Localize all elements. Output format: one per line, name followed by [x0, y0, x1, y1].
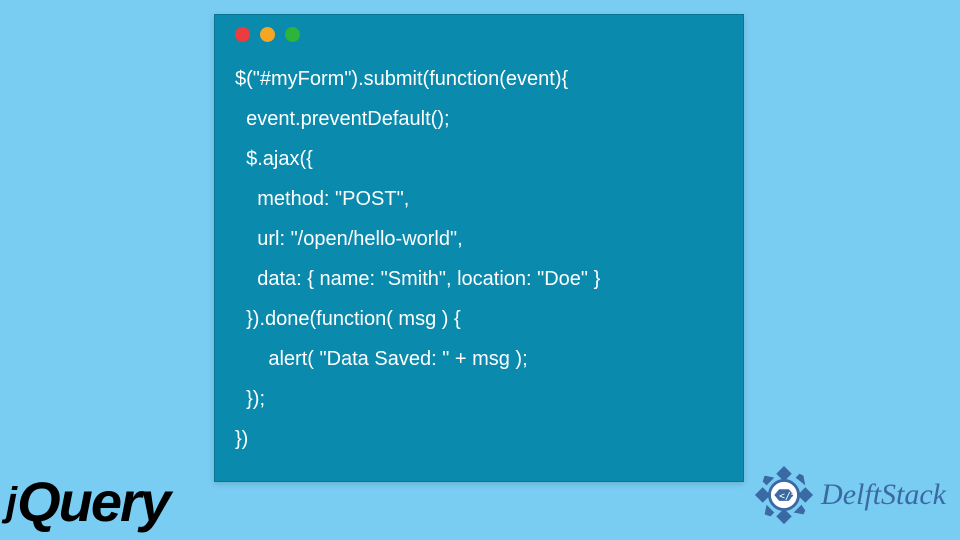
svg-text:</>: </> — [779, 491, 797, 502]
jquery-logo-prefix: j — [6, 480, 17, 524]
close-icon[interactable] — [235, 27, 250, 42]
delftstack-icon: </> — [753, 464, 815, 526]
zoom-icon[interactable] — [285, 27, 300, 42]
code-window: $("#myForm").submit(function(event){ eve… — [214, 14, 744, 482]
minimize-icon[interactable] — [260, 27, 275, 42]
delftstack-logo-block: </> DelftStack — [753, 464, 946, 526]
jquery-logo: jQuery — [6, 469, 169, 534]
code-block: $("#myForm").submit(function(event){ eve… — [215, 53, 743, 481]
delftstack-text: DelftStack — [821, 478, 946, 512]
jquery-logo-main: Query — [17, 470, 169, 533]
window-titlebar — [215, 15, 743, 53]
